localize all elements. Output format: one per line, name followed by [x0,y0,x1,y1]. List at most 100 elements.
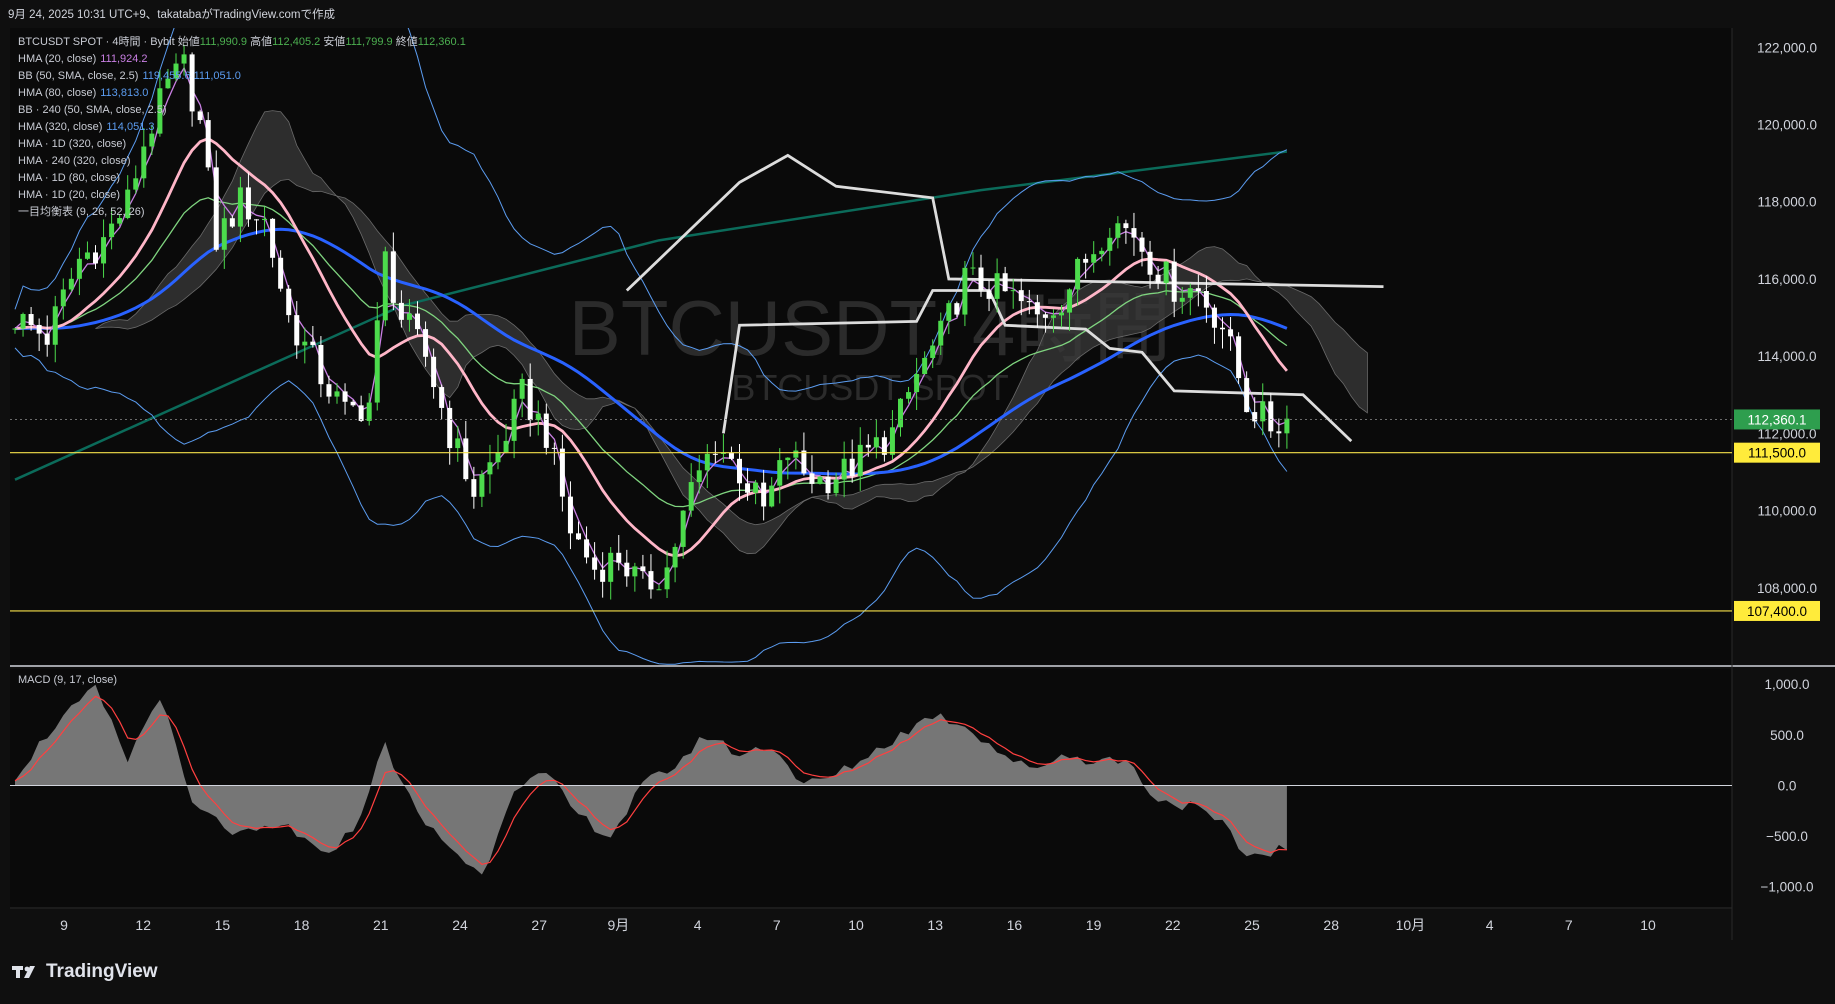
candle-body [109,223,115,238]
open-label: 始値 [177,36,200,48]
candle-body [938,320,944,346]
indicator-row[interactable]: HMA · 1D (320, close) [18,136,466,153]
candle-body [1002,273,1008,292]
candle-body [1099,250,1105,255]
candle-body [527,378,533,421]
candle-body [1026,301,1032,303]
indicator-row[interactable]: HMA · 1D (20, close) [18,187,466,204]
candle-body [584,539,590,558]
candle-body [1018,290,1024,302]
candle-body [994,273,1000,299]
indicator-row[interactable]: HMA (80, close) 113,813.0 [18,85,466,102]
candle-body [857,444,863,477]
candle-body [310,341,316,345]
candle-body [101,237,107,264]
indicator-value: 119,455.6 111,051.0 [142,70,241,82]
candle-body [1268,401,1274,432]
candle-body [970,267,976,269]
candle-body [1075,258,1081,290]
candle-body [1083,258,1089,263]
candle-body [60,289,66,307]
candle-body [1123,223,1129,229]
macd-legend: MACD (9, 17, close) [18,674,118,686]
candle[interactable] [817,476,823,485]
candle-body [1139,237,1145,252]
candle-body [366,402,372,421]
candle-body [1187,288,1193,298]
indicator-row[interactable]: HMA · 1D (80, close) [18,170,466,187]
candle-body [1042,314,1048,318]
candle-body [278,257,284,289]
price-tick-label: 118,000.0 [1757,195,1816,210]
candle-body [873,437,879,448]
price-tick-label: 120,000.0 [1757,118,1817,133]
macd-tick-label: 1,000.0 [1764,677,1809,692]
time-tick-label: 4 [1486,917,1494,933]
time-tick-label: 12 [135,917,151,933]
candle-body [696,470,702,483]
candle-body [551,447,557,449]
candle-body [1244,378,1250,413]
candle-body [1228,329,1234,337]
time-tick-label: 10 [848,917,864,933]
candle-body [712,453,718,455]
candle-body [326,384,332,397]
candle-body [543,413,549,448]
indicator-name: HMA · 1D (20, close) [18,189,121,201]
level-badge: 107,400.0 [1734,600,1820,621]
indicator-row[interactable]: HMA (20, close) 111,924.2 [18,51,466,68]
candle-body [978,267,984,291]
candle-body [833,479,839,494]
close-label: 終値 [395,36,418,48]
current-price-badge: 112,360.1 [1734,409,1820,430]
candle-body [576,533,581,540]
candle-body [809,473,815,484]
candle-body [221,218,227,250]
candle-body [1067,289,1073,313]
time-tick-label: 15 [215,917,231,933]
indicator-name: HMA (80, close) [18,87,97,99]
candle-body [479,474,485,497]
indicator-name: BB (50, SMA, close, 2.5) [18,70,139,82]
time-tick-label: 10月 [1396,917,1426,933]
indicator-row[interactable]: BB (50, SMA, close, 2.5) 119,455.6 111,05… [18,68,466,85]
indicator-legend: BTCUSDT SPOT · 4時間 · Bybit 始値111,990.9 高… [18,34,466,221]
candle-body [898,398,903,428]
candle-body [84,252,90,259]
candle[interactable] [382,246,388,327]
candle-body [1091,254,1097,263]
indicator-name: HMA · 240 (320, close) [18,155,131,167]
candle-body [930,345,936,358]
time-tick-label: 24 [452,917,468,933]
indicator-row[interactable]: BB · 240 (50, SMA, close, 2.5) [18,102,466,119]
candle-body [1260,401,1266,422]
candle-body [1203,291,1209,308]
candle-body [374,320,380,403]
candle-body [592,557,598,570]
candle-body [519,378,525,399]
candle-body [302,341,308,346]
indicator-row[interactable]: 一目均衡表 (9, 26, 52, 26) [18,204,466,221]
indicator-name: 一目均衡表 (9, 26, 52, 26) [18,206,145,218]
low-value: 111,799.9 [345,36,393,48]
candle-body [463,438,469,480]
candle-body [656,589,662,591]
candle-body [954,303,960,315]
time-tick-label: 22 [1165,917,1181,933]
footer-brand[interactable]: TradingView [12,961,158,983]
price-tick-label: 114,000.0 [1757,349,1816,364]
candle-body [1211,307,1217,328]
candle-body [777,460,783,486]
candle-body [439,387,445,408]
candle-body [487,462,493,475]
candle[interactable] [1236,332,1242,384]
candle-body [672,546,678,568]
ohlc-row: BTCUSDT SPOT · 4時間 · Bybit 始値111,990.9 高… [18,34,466,51]
indicator-name: HMA · 1D (80, close) [18,172,121,184]
candle-body [270,218,276,258]
candle-body [358,405,364,421]
time-tick-label: 27 [531,917,547,933]
indicator-row[interactable]: HMA (320, close) 114,051.3 [18,119,466,136]
indicator-row[interactable]: HMA · 240 (320, close) [18,153,466,170]
candle-body [503,440,509,453]
